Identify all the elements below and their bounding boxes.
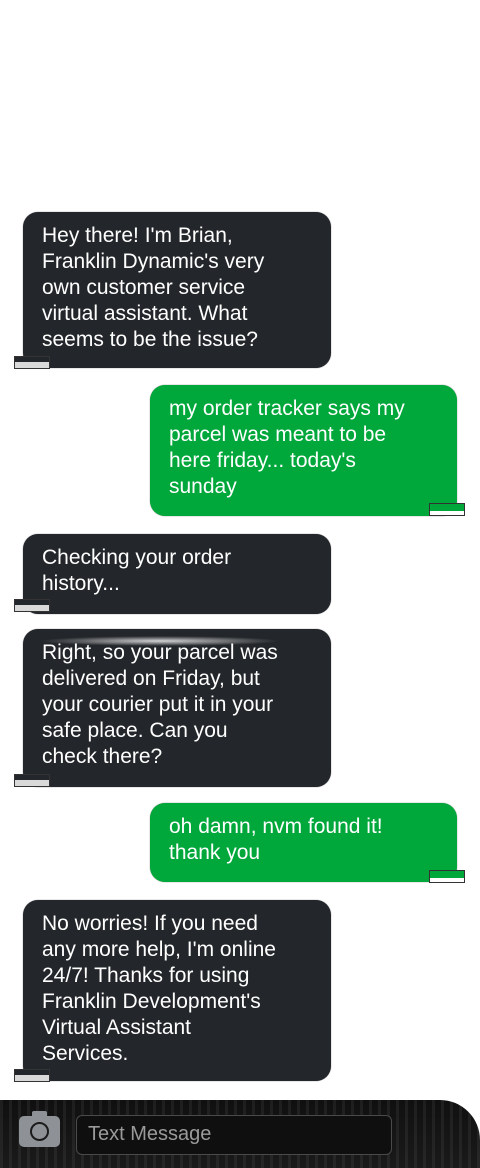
bubble-tail xyxy=(14,356,50,369)
bubble-tail xyxy=(429,503,465,516)
message-bubble-incoming: Right, so your parcel was delivered on F… xyxy=(23,629,331,787)
camera-lens-icon xyxy=(30,1122,49,1141)
message-bubble-incoming: No worries! If you need any more help, I… xyxy=(23,900,331,1081)
message-bubble-incoming: Hey there! I'm Brian, Franklin Dynamic's… xyxy=(23,212,331,368)
camera-icon xyxy=(32,1111,47,1117)
text-message-input[interactable]: Text Message xyxy=(76,1115,392,1155)
message-bubble-incoming: Checking your order history... xyxy=(23,534,331,614)
bubble-tail xyxy=(14,599,50,612)
bubble-tail xyxy=(14,774,50,787)
camera-button[interactable] xyxy=(19,1111,60,1147)
bubble-tail xyxy=(14,1069,50,1082)
message-bubble-outgoing: my order tracker says my parcel was mean… xyxy=(150,385,457,516)
smudge-artifact xyxy=(40,636,280,646)
message-bubble-outgoing: oh damn, nvm found it! thank you xyxy=(150,803,457,882)
bubble-tail xyxy=(429,870,465,883)
